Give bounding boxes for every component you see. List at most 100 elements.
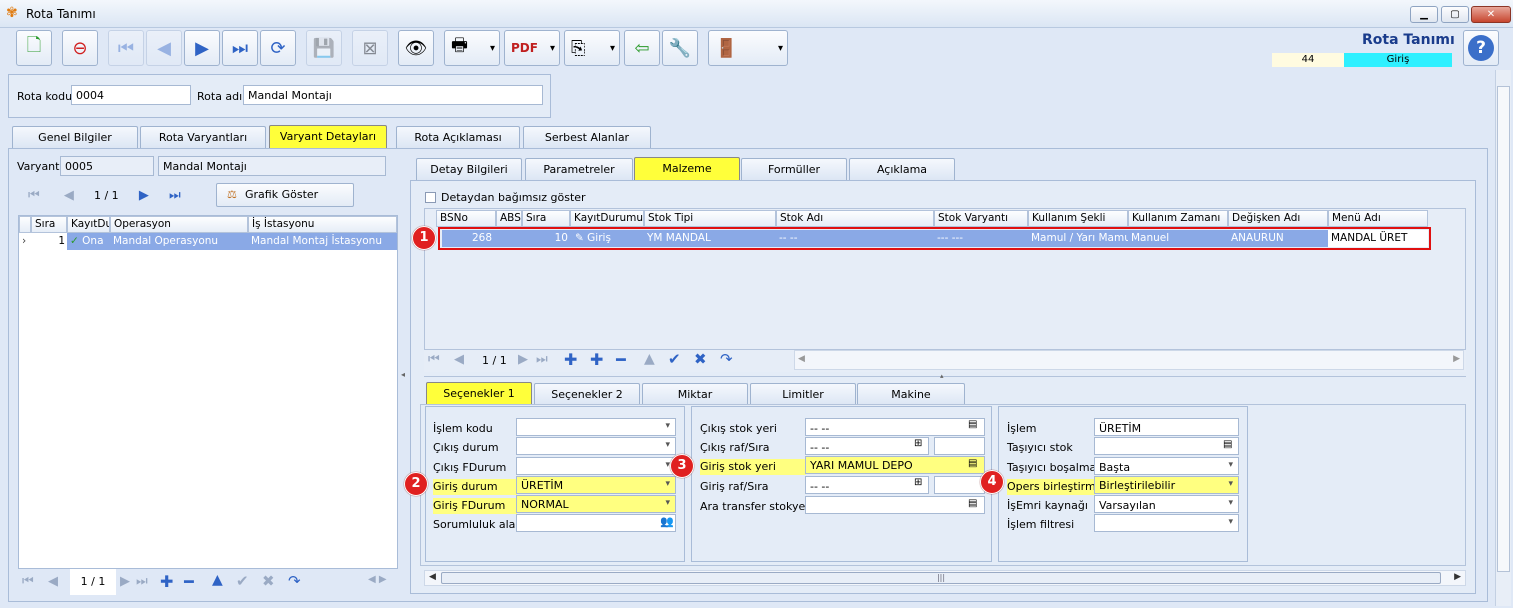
- opers-birlestirme-select[interactable]: Birleştirilebilir: [1094, 476, 1239, 494]
- tree-icon[interactable]: ⊞: [914, 438, 922, 449]
- first-icon[interactable]: ⏮: [22, 574, 34, 589]
- tab-secenekler-1[interactable]: Seçenekler 1: [426, 382, 532, 405]
- col-header-sira[interactable]: Sıra: [522, 210, 570, 227]
- giris-fdurum-select[interactable]: NORMAL: [516, 495, 676, 513]
- table-row[interactable]: › 1 ✓ Ona Mandal Operasyonu Mandal Monta…: [19, 233, 397, 250]
- col-header-sira[interactable]: Sıra: [31, 216, 67, 233]
- main-scrollbar[interactable]: [1495, 70, 1511, 606]
- next-record-button[interactable]: ▶: [184, 30, 220, 66]
- next-icon[interactable]: ▶: [518, 352, 528, 367]
- scrollbar-thumb[interactable]: [1497, 86, 1510, 572]
- maximize-button[interactable]: ▢: [1441, 6, 1469, 23]
- last-record-button[interactable]: ⏭: [222, 30, 258, 66]
- tab-rota-varyantlari[interactable]: Rota Varyantları: [140, 126, 266, 148]
- exit-button[interactable]: 🚪: [708, 30, 788, 66]
- delete-record-button[interactable]: ⊖: [62, 30, 98, 66]
- independent-checkbox[interactable]: [425, 192, 436, 203]
- col-header-degisken-adi[interactable]: Değişken Adı: [1228, 210, 1328, 227]
- refresh-icon[interactable]: ↷: [720, 350, 733, 368]
- giris-raf-input[interactable]: -- --: [805, 476, 929, 494]
- scroll-right-icon[interactable]: ▶: [1453, 354, 1460, 364]
- col-header-kullanim-zamani[interactable]: Kullanım Zamanı: [1128, 210, 1228, 227]
- remove-icon[interactable]: ━: [616, 350, 626, 369]
- add-child-icon[interactable]: ✚: [590, 350, 603, 369]
- col-header-istasyon[interactable]: İş İstasyonu: [248, 216, 397, 233]
- next-icon[interactable]: ▶: [120, 574, 130, 589]
- first-icon[interactable]: ⏮: [428, 352, 440, 367]
- col-header-stok-varyanti[interactable]: Stok Varyantı: [934, 210, 1028, 227]
- refresh-icon[interactable]: ↷: [288, 572, 301, 590]
- lookup-icon[interactable]: ▤: [968, 498, 977, 509]
- last-icon[interactable]: ⏭: [536, 352, 548, 367]
- tab-miktar[interactable]: Miktar: [642, 383, 748, 405]
- scroll-left-icon[interactable]: ◀: [429, 572, 436, 582]
- tab-secenekler-2[interactable]: Seçenekler 2: [534, 383, 640, 405]
- settings-button[interactable]: 🔧: [662, 30, 698, 66]
- up-icon[interactable]: ▲: [212, 572, 223, 588]
- options-hscrollbar[interactable]: ◀ ||| ▶: [424, 570, 1466, 586]
- confirm-icon[interactable]: ✔: [668, 350, 681, 368]
- col-header-bsno[interactable]: BSNo: [436, 210, 496, 227]
- prev-page-icon[interactable]: ◀: [64, 188, 74, 203]
- scroll-thumb[interactable]: |||: [441, 572, 1441, 584]
- first-record-button[interactable]: ⏮: [108, 30, 144, 66]
- cancel-save-button[interactable]: ⊠: [352, 30, 388, 66]
- col-header-operasyon[interactable]: Operasyon: [110, 216, 248, 233]
- col-header-menu-adi[interactable]: Menü Adı: [1328, 210, 1428, 227]
- h-splitter[interactable]: ▴: [424, 372, 1466, 380]
- add-icon[interactable]: ✚: [564, 350, 577, 369]
- scroll-right-icon[interactable]: ▶: [1454, 572, 1461, 582]
- tab-aciklama[interactable]: Açıklama: [849, 158, 955, 180]
- save-button[interactable]: 💾: [306, 30, 342, 66]
- tab-malzeme[interactable]: Malzeme: [634, 157, 740, 180]
- tab-varyant-detaylari[interactable]: Varyant Detayları: [269, 125, 387, 148]
- splitter[interactable]: ◂: [400, 152, 408, 598]
- lookup-icon[interactable]: ▤: [968, 458, 977, 469]
- cikis-sira-input[interactable]: [934, 437, 985, 455]
- refresh-button[interactable]: ⟳: [260, 30, 296, 66]
- people-icon[interactable]: 👥: [660, 515, 674, 528]
- tab-rota-aciklamasi[interactable]: Rota Açıklaması: [396, 126, 520, 148]
- col-header-kullanim-sekli[interactable]: Kullanım Şekli: [1028, 210, 1128, 227]
- confirm-icon[interactable]: ✔: [236, 572, 249, 590]
- left-grid[interactable]: [18, 215, 398, 569]
- rota-kodu-input[interactable]: 0004: [71, 85, 191, 105]
- next-page-icon[interactable]: ▶: [139, 188, 149, 203]
- col-header-absn[interactable]: ABSN: [496, 210, 522, 227]
- cancel-icon[interactable]: ✖: [694, 350, 707, 368]
- tab-genel-bilgiler[interactable]: Genel Bilgiler: [12, 126, 138, 148]
- col-header-stok-adi[interactable]: Stok Adı: [776, 210, 934, 227]
- up-icon[interactable]: ▲: [644, 351, 655, 367]
- print-button[interactable]: 🖶: [444, 30, 500, 66]
- pdf-export-button[interactable]: PDF: [504, 30, 560, 66]
- tree-icon[interactable]: ⊞: [914, 477, 922, 488]
- first-page-icon[interactable]: ⏮: [28, 188, 40, 203]
- giris-stok-input[interactable]: YARI MAMUL DEPO: [805, 456, 985, 474]
- islem-filtresi-select[interactable]: [1094, 514, 1239, 532]
- isemri-kaynagi-select[interactable]: Varsayılan: [1094, 495, 1239, 513]
- rota-adi-input[interactable]: Mandal Montajı: [243, 85, 543, 105]
- lookup-icon[interactable]: ▤: [1223, 439, 1232, 450]
- col-header-stok-tipi[interactable]: Stok Tipi: [644, 210, 776, 227]
- cancel-icon[interactable]: ✖: [262, 572, 275, 590]
- prev-icon[interactable]: ◀: [48, 574, 58, 589]
- mat-hscrollbar[interactable]: ◀ ▶: [794, 350, 1464, 370]
- scroll-left-icon[interactable]: ◀ ▶: [368, 574, 387, 585]
- islem-input[interactable]: ÜRETİM: [1094, 418, 1239, 436]
- ara-transfer-input[interactable]: [805, 496, 985, 514]
- help-button[interactable]: ?: [1463, 30, 1499, 66]
- cikis-durum-select[interactable]: [516, 437, 676, 455]
- cikis-stok-input[interactable]: -- --: [805, 418, 985, 436]
- cikis-raf-input[interactable]: -- --: [805, 437, 929, 455]
- tab-limitler[interactable]: Limitler: [750, 383, 856, 405]
- remove-icon[interactable]: ━: [184, 572, 194, 591]
- export-button[interactable]: ⎘: [564, 30, 620, 66]
- import-button[interactable]: ⇦: [624, 30, 660, 66]
- giris-durum-select[interactable]: ÜRETİM: [516, 476, 676, 494]
- scroll-left-icon[interactable]: ◀: [798, 354, 805, 364]
- prev-record-button[interactable]: ◀: [146, 30, 182, 66]
- last-icon[interactable]: ⏭: [136, 574, 148, 589]
- col-header-kayitdurumu-mat[interactable]: KayıtDurumu: [570, 210, 644, 227]
- minimize-button[interactable]: ▁: [1410, 6, 1438, 23]
- add-icon[interactable]: ✚: [160, 572, 173, 591]
